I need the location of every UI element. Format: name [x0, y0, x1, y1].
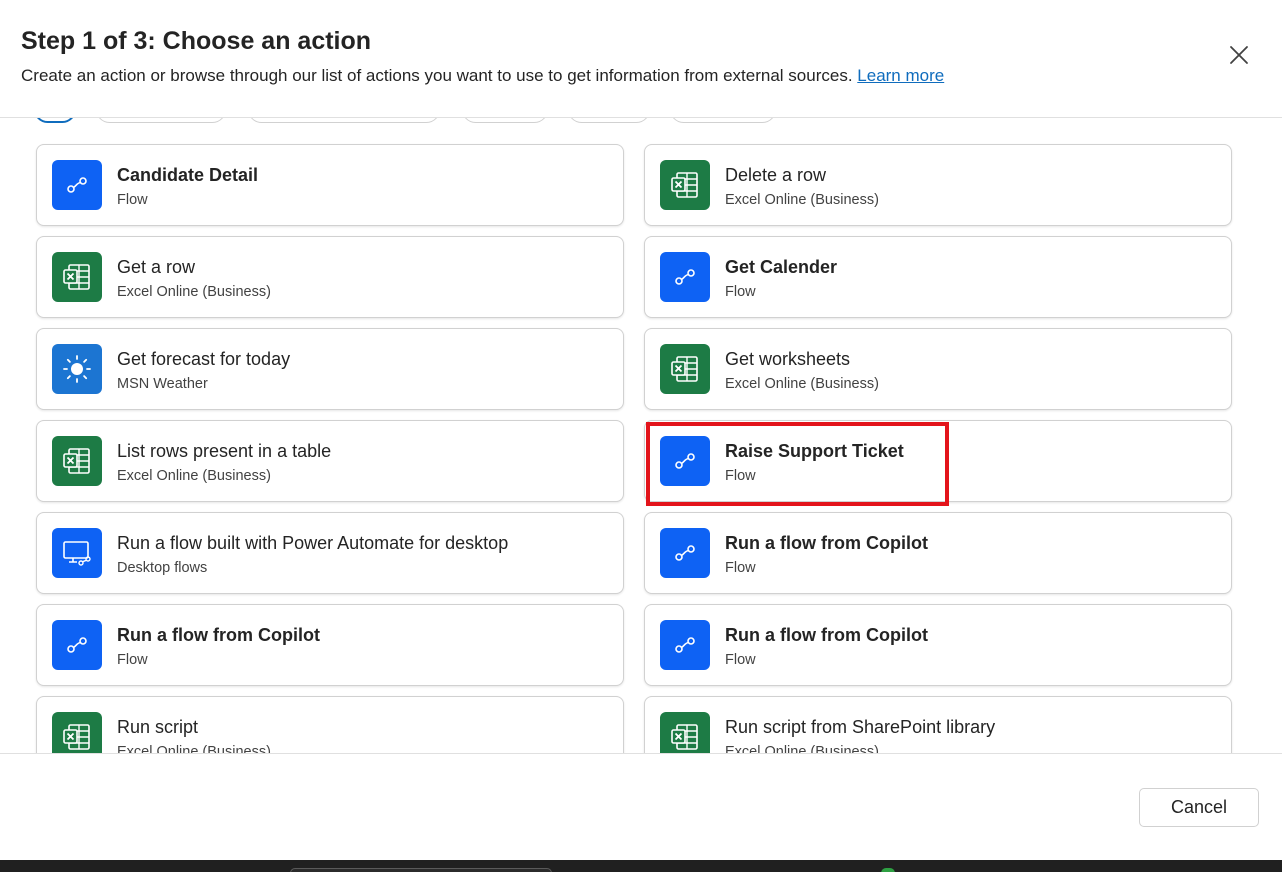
- flow-icon: [660, 252, 710, 302]
- filter-chips: [0, 118, 1282, 126]
- filter-chip[interactable]: [34, 118, 76, 123]
- action-source: Excel Online (Business): [725, 376, 879, 392]
- excel-icon: [660, 344, 710, 394]
- action-card[interactable]: Run a flow built with Power Automate for…: [36, 512, 624, 594]
- action-card[interactable]: Get forecast for today MSN Weather: [36, 328, 624, 410]
- flow-icon: [52, 620, 102, 670]
- action-card[interactable]: Run script Excel Online (Business): [36, 696, 624, 753]
- action-card[interactable]: Delete a row Excel Online (Business): [644, 144, 1232, 226]
- action-name: Run script: [117, 717, 199, 737]
- action-name: Raise Support Ticket: [725, 441, 904, 461]
- filter-chip[interactable]: [568, 118, 650, 123]
- taskbar: [0, 860, 1282, 872]
- filter-chip[interactable]: [96, 118, 226, 123]
- action-name: Run a flow from Copilot: [725, 625, 928, 645]
- excel-icon: [52, 436, 102, 486]
- taskbar-app-icon[interactable]: [881, 868, 895, 872]
- cancel-button[interactable]: Cancel: [1139, 788, 1259, 827]
- action-card[interactable]: Run a flow from Copilot Flow: [644, 604, 1232, 686]
- filter-chip[interactable]: [462, 118, 548, 123]
- dialog-header: Step 1 of 3: Choose an action Create an …: [0, 0, 1282, 118]
- desktop-flow-icon: [52, 528, 102, 578]
- action-source: Flow: [725, 560, 756, 576]
- action-name: Get forecast for today: [117, 349, 291, 369]
- action-card[interactable]: Run a flow from Copilot Flow: [36, 604, 624, 686]
- action-source: Flow: [725, 284, 756, 300]
- action-card[interactable]: Get Calender Flow: [644, 236, 1232, 318]
- flow-icon: [660, 436, 710, 486]
- dialog-title: Step 1 of 3: Choose an action: [21, 27, 372, 55]
- action-card[interactable]: Get worksheets Excel Online (Business): [644, 328, 1232, 410]
- action-name: Delete a row: [725, 165, 827, 185]
- excel-icon: [52, 252, 102, 302]
- action-list: Candidate Detail Flow Delete a row Excel On…: [0, 119, 1282, 753]
- flow-icon: [660, 620, 710, 670]
- action-source: Flow: [725, 652, 756, 668]
- action-name: Get worksheets: [725, 349, 851, 369]
- action-name: Run a flow from Copilot: [725, 533, 928, 553]
- close-icon: [1230, 46, 1248, 64]
- action-name: List rows present in a table: [117, 441, 332, 461]
- weather-icon: [52, 344, 102, 394]
- taskbar-search[interactable]: [290, 868, 552, 872]
- action-card[interactable]: Run a flow from Copilot Flow: [644, 512, 1232, 594]
- action-source: Excel Online (Business): [117, 744, 271, 753]
- action-name: Run script from SharePoint library: [725, 717, 996, 737]
- action-source: Excel Online (Business): [117, 468, 271, 484]
- excel-icon: [660, 160, 710, 210]
- action-name: Get Calender: [725, 257, 838, 277]
- filter-chip[interactable]: [670, 118, 776, 123]
- action-card[interactable]: Get a row Excel Online (Business): [36, 236, 624, 318]
- close-button[interactable]: [1224, 40, 1254, 70]
- dialog-subtitle: Create an action or browse through our l…: [21, 66, 944, 86]
- excel-icon: [52, 712, 102, 753]
- action-source: Flow: [725, 468, 756, 484]
- flow-icon: [52, 160, 102, 210]
- action-name: Run a flow from Copilot: [117, 625, 320, 645]
- action-source: Excel Online (Business): [725, 744, 879, 753]
- dialog-subtitle-text: Create an action or browse through our l…: [21, 66, 853, 85]
- action-source: Excel Online (Business): [117, 284, 271, 300]
- action-source: Excel Online (Business): [725, 192, 879, 208]
- action-source: MSN Weather: [117, 376, 208, 392]
- excel-icon: [660, 712, 710, 753]
- action-card[interactable]: Run script from SharePoint library Excel …: [644, 696, 1232, 753]
- choose-action-dialog: Step 1 of 3: Choose an action Create an …: [0, 0, 1282, 860]
- filter-chip[interactable]: [248, 118, 440, 123]
- action-name: Candidate Detail: [117, 165, 259, 185]
- flow-icon: [660, 528, 710, 578]
- action-source: Flow: [117, 652, 148, 668]
- learn-more-link[interactable]: Learn more: [857, 66, 944, 85]
- action-name: Get a row: [117, 257, 196, 277]
- action-card[interactable]: List rows present in a table Excel Online…: [36, 420, 624, 502]
- action-source: Desktop flows: [117, 560, 208, 576]
- dialog-footer: Cancel: [0, 753, 1282, 860]
- action-card[interactable]: Raise Support Ticket Flow: [644, 420, 1232, 502]
- action-source: Flow: [117, 192, 148, 208]
- action-card[interactable]: Candidate Detail Flow: [36, 144, 624, 226]
- action-name: Run a flow built with Power Automate for…: [117, 533, 509, 553]
